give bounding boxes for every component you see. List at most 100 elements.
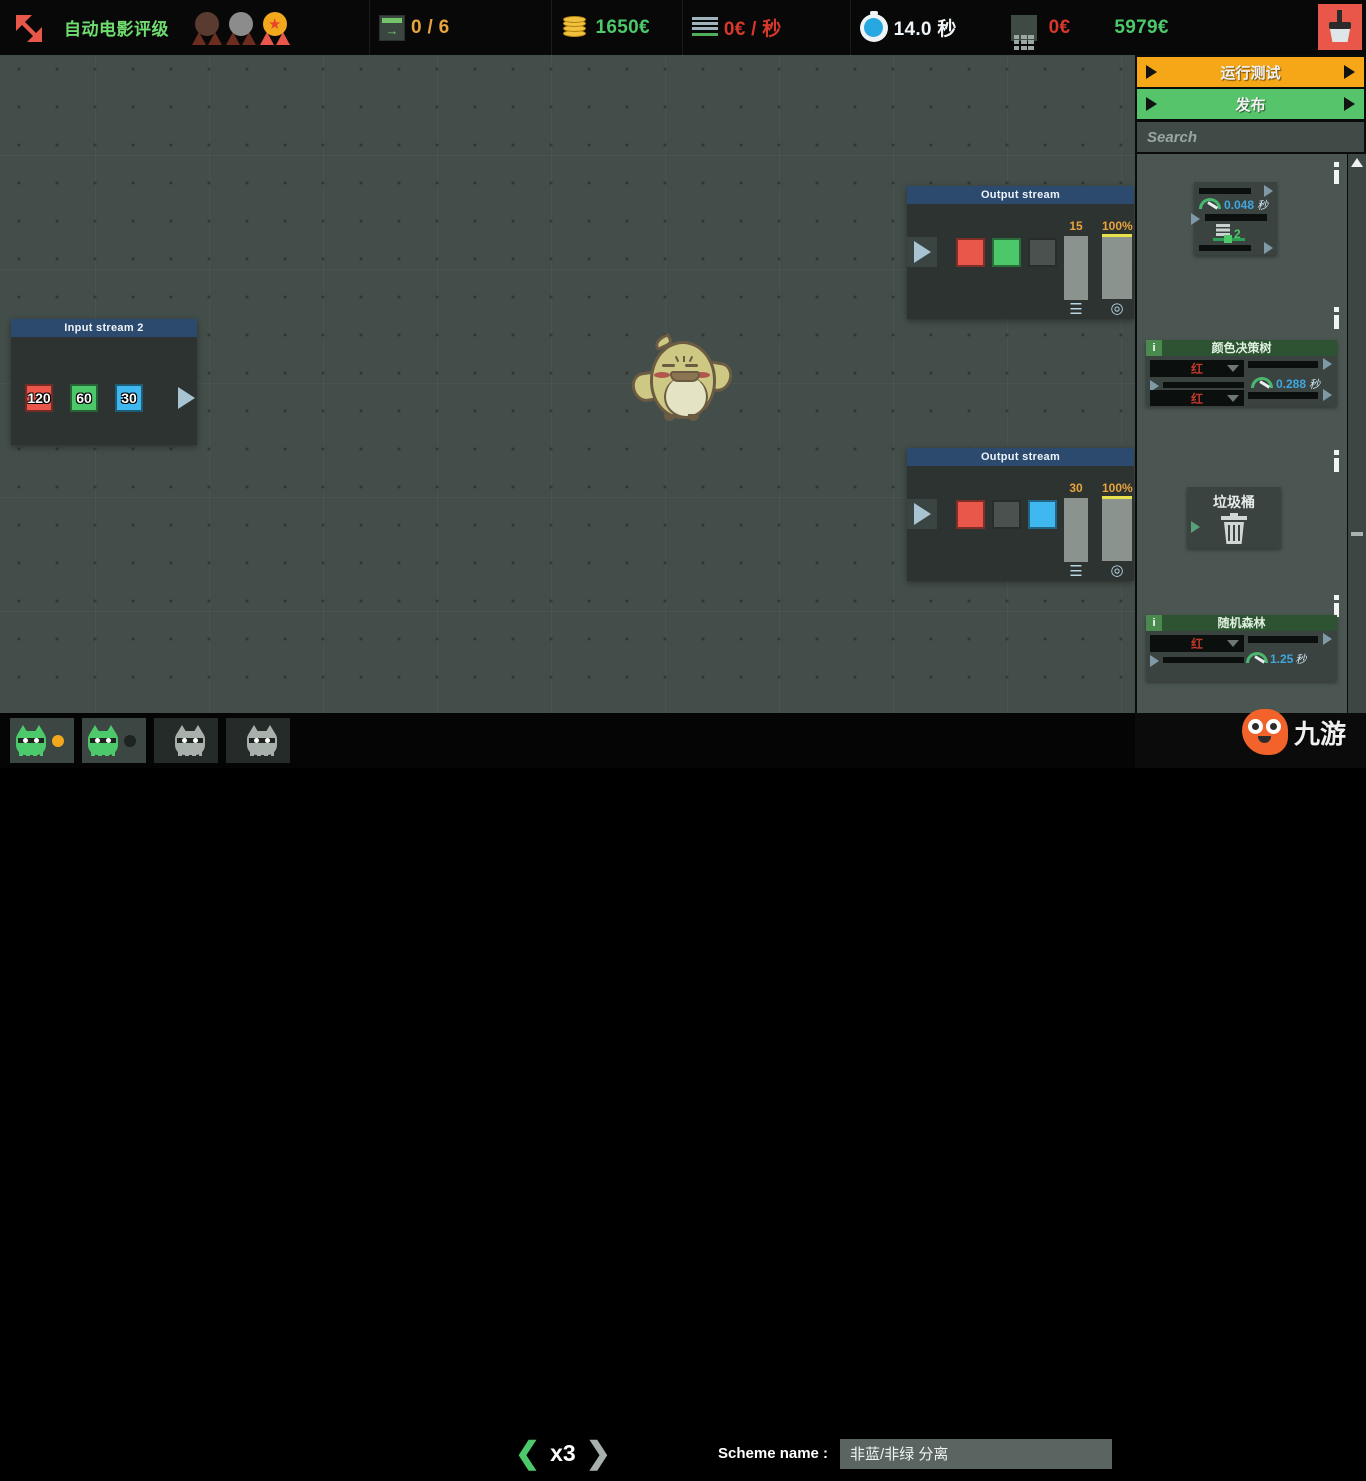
cat-slot-1-status-dot (52, 735, 64, 747)
output-port-icon[interactable] (1323, 358, 1332, 370)
scheme-name-label: Scheme name : (718, 1445, 828, 1462)
output-stream-panel-1[interactable]: Output stream 15 ☰ 100% ◎ (907, 186, 1134, 319)
medal-group: ★ (191, 11, 291, 45)
silver-medal (225, 11, 257, 45)
slider-handle[interactable] (1224, 235, 1232, 243)
run-test-button[interactable]: 运行测试 (1137, 57, 1364, 87)
cat-slot-1[interactable] (10, 718, 74, 763)
scheme-name-group: Scheme name : (718, 1426, 1112, 1481)
output-play-button-2[interactable] (907, 499, 937, 529)
info-badge-icon[interactable]: i (1146, 615, 1162, 631)
info-badge-icon[interactable]: i (1146, 340, 1162, 356)
output-port-icon[interactable] (1264, 185, 1273, 197)
publish-button[interactable]: 发布 (1137, 89, 1364, 119)
cat-slot-2[interactable] (82, 718, 146, 763)
scheme-name-input[interactable] (840, 1439, 1112, 1469)
jiuyou-logo-icon (1242, 709, 1288, 755)
forest-color-dropdown[interactable]: 红 (1150, 635, 1244, 652)
timer-value: 14.0 秒 (894, 14, 957, 41)
cat-icon (247, 727, 277, 755)
bird-mascot (628, 338, 738, 428)
layers-icon: ☰ (1064, 302, 1088, 317)
stat-timer: 14.0 秒 (850, 0, 967, 55)
scroll-thumb[interactable] (1351, 532, 1363, 536)
node-title-bar: i 随机森林 (1146, 615, 1337, 631)
scroll-up-arrow[interactable] (1351, 158, 1363, 167)
input-port-icon[interactable] (1150, 655, 1159, 667)
input-stream-title: Input stream 2 (11, 319, 197, 337)
input-stream-panel[interactable]: Input stream 2 120 60 30 (11, 319, 197, 445)
forest-unit: 秒 (1295, 651, 1306, 667)
green-chip[interactable] (992, 238, 1021, 267)
trash-can-title: 垃圾桶 (1187, 487, 1281, 512)
red-chip[interactable] (956, 238, 985, 267)
output-stream-panel-2[interactable]: Output stream 30 ☰ 100% ◎ (907, 448, 1134, 581)
back-arrow-icon[interactable] (0, 11, 58, 45)
output-percent-column-1: 100% ◎ (1102, 219, 1132, 316)
info-icon[interactable] (1332, 595, 1341, 617)
output-port-icon[interactable] (1264, 242, 1273, 254)
input-port-icon[interactable] (1191, 213, 1200, 225)
play-icon (914, 241, 931, 263)
run-test-label: 运行测试 (1220, 62, 1280, 83)
color-dropdown-bottom[interactable]: 红 (1150, 390, 1244, 406)
stat-money: 1650€ (551, 0, 659, 55)
speed-label: x3 (550, 1440, 576, 1467)
blue-chip[interactable] (1028, 500, 1057, 529)
color-decision-tree-node[interactable]: i 颜色决策树 红 0.288 秒 红 (1146, 340, 1337, 406)
info-icon[interactable] (1332, 307, 1341, 329)
timer-branch-node[interactable]: 0.048 秒 (1194, 182, 1277, 255)
output-count-column-2: 30 ☰ (1064, 481, 1088, 579)
watermark: 九游 (1242, 702, 1360, 762)
forest-time: 1.25 (1270, 652, 1293, 666)
info-icon[interactable] (1332, 450, 1341, 472)
output-port-icon[interactable] (1323, 389, 1332, 401)
clear-broom-button[interactable] (1318, 4, 1362, 50)
speed-decrease-button[interactable]: ❮ (515, 1439, 540, 1469)
gauge-icon (1199, 198, 1221, 212)
publish-label: 发布 (1235, 94, 1265, 115)
palette-item-random-forest[interactable]: i 随机森林 红 1.25 秒 (1137, 587, 1347, 717)
random-forest-node[interactable]: i 随机森林 红 1.25 秒 (1146, 615, 1337, 681)
cat-slot-4[interactable] (226, 718, 290, 763)
color-tree-unit: 秒 (1309, 376, 1320, 392)
input-port-icon[interactable] (1191, 521, 1200, 533)
level-progress-icon (379, 15, 405, 41)
top-bar: 自动电影评级 ★ 0 / 6 1650€ 0€ / (0, 0, 1366, 55)
output-percent-2: 100% (1102, 481, 1132, 495)
empty-chip[interactable] (992, 500, 1021, 529)
palette-item-timer-branch[interactable]: 0.048 秒 (1137, 154, 1347, 299)
trash-can-node[interactable]: 垃圾桶 (1187, 487, 1281, 548)
rate-bars-icon (692, 17, 718, 39)
input-chip-red[interactable]: 120 (25, 384, 53, 412)
info-icon[interactable] (1332, 162, 1341, 184)
input-stream-play-button[interactable] (171, 383, 201, 413)
red-chip[interactable] (956, 500, 985, 529)
random-forest-title: 随机森林 (1217, 616, 1265, 630)
color-dropdown-top[interactable]: 红 (1150, 360, 1244, 377)
input-chip-green[interactable]: 60 (70, 384, 98, 412)
output-play-button-1[interactable] (907, 237, 937, 267)
right-sidebar: 运行测试 发布 Search 0.048 秒 (1135, 55, 1366, 768)
input-chip-list: 120 60 30 (25, 384, 143, 412)
palette-scrollbar[interactable] (1348, 154, 1366, 766)
output-port-icon[interactable] (1323, 633, 1332, 645)
color-tree-time: 0.288 (1276, 377, 1306, 391)
cat-icon (175, 727, 205, 755)
speed-increase-button[interactable]: ❯ (586, 1439, 611, 1469)
node-title-bar: i 颜色决策树 (1146, 340, 1337, 356)
empty-chip[interactable] (1028, 238, 1057, 267)
palette-item-trash-can[interactable]: 垃圾桶 (1137, 442, 1347, 587)
layers-icon: ☰ (1064, 564, 1088, 579)
cat-slot-3[interactable] (154, 718, 218, 763)
bronze-medal (191, 11, 223, 45)
cost-value: 0€ (1049, 17, 1071, 39)
stat-income-rate: 0€ / 秒 (682, 0, 792, 55)
search-input[interactable]: Search (1137, 122, 1364, 152)
component-palette[interactable]: 0.048 秒 (1137, 154, 1347, 766)
palette-item-color-decision-tree[interactable]: i 颜色决策树 红 0.288 秒 红 (1137, 299, 1347, 442)
play-right-icon (1344, 97, 1355, 111)
input-chip-blue[interactable]: 30 (115, 384, 143, 412)
workspace-canvas[interactable]: Input stream 2 120 60 30 Output stream (0, 55, 1135, 713)
watermark-text: 九游 (1294, 714, 1346, 751)
